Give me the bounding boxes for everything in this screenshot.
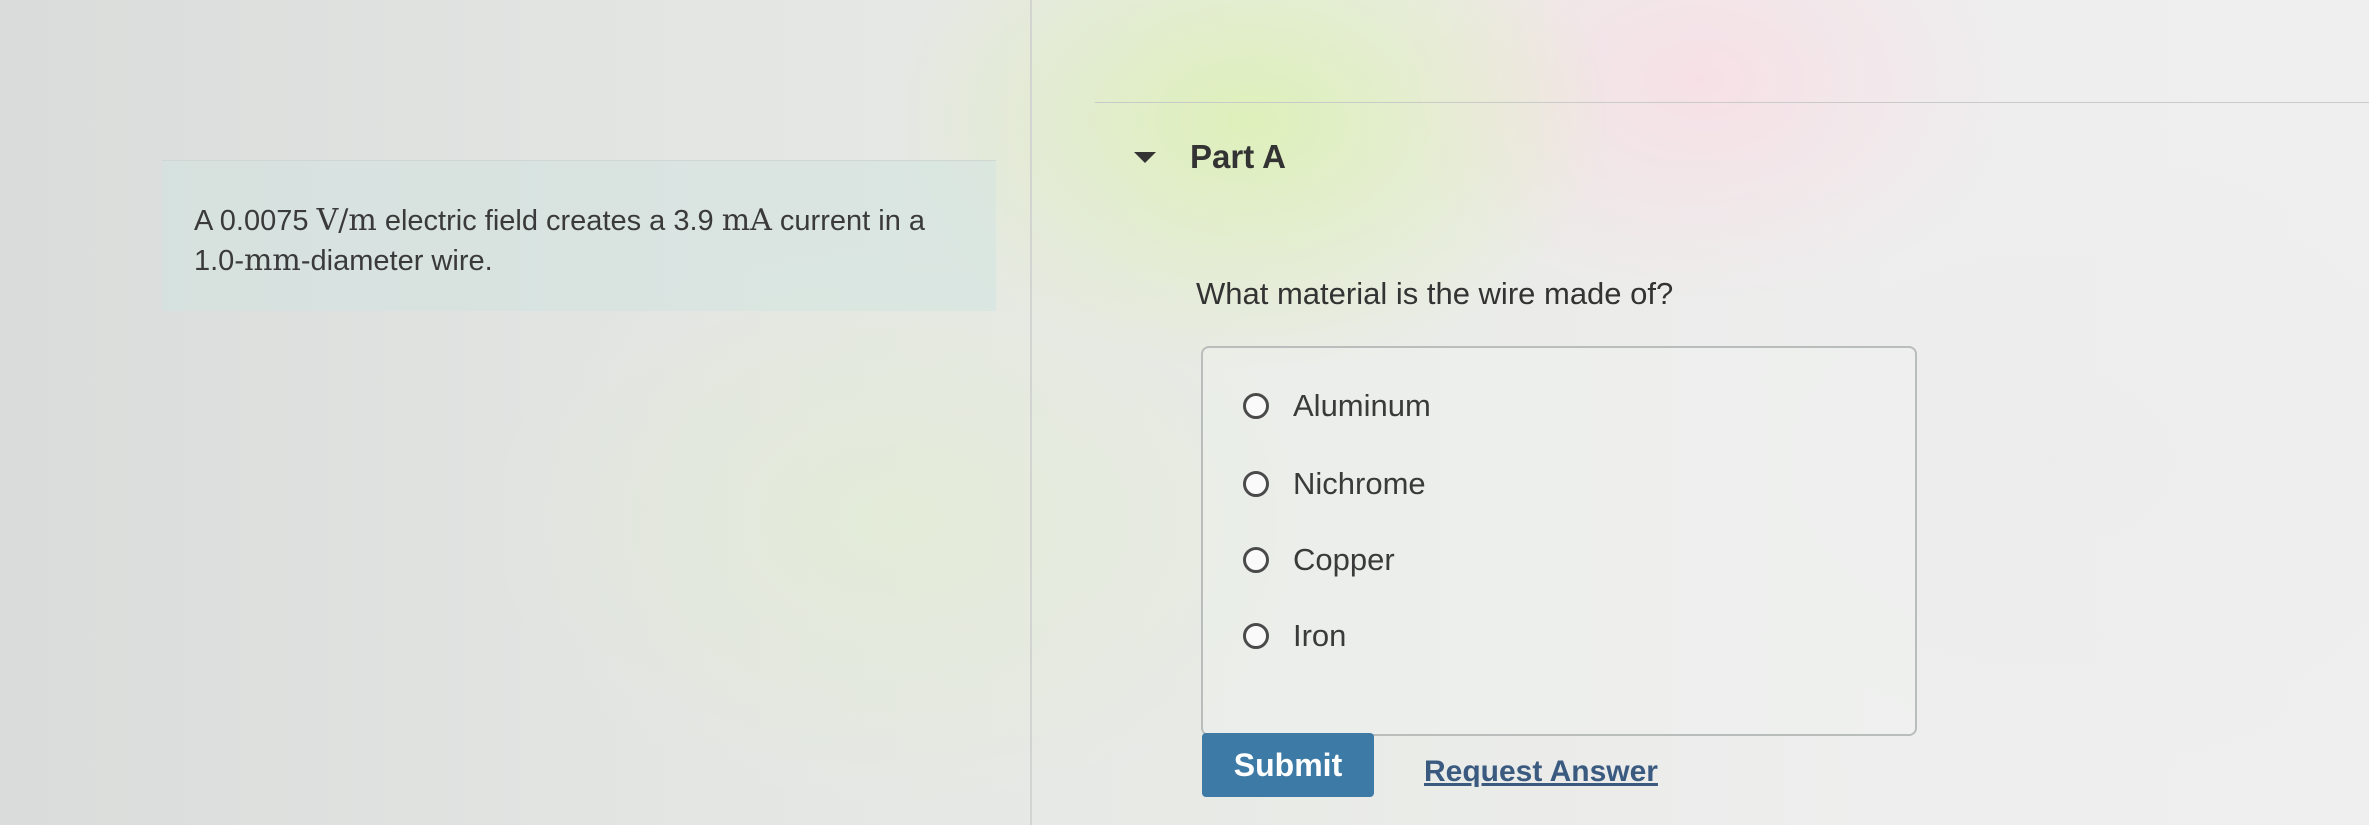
problem-text-prefix: A 0.0075 — [194, 205, 317, 237]
current-unit: mA — [721, 203, 772, 238]
choice-iron[interactable]: Iron — [1243, 618, 1346, 654]
request-answer-link[interactable]: Request Answer — [1424, 755, 1658, 789]
problem-text-mid1: electric field creates a 3.9 — [376, 205, 722, 237]
choice-label: Copper — [1293, 542, 1395, 577]
radio-empty-icon[interactable] — [1243, 623, 1269, 649]
problem-statement-text: A 0.0075 V/m electric field creates a 3.… — [194, 201, 974, 281]
problem-statement-panel: A 0.0075 V/m electric field creates a 3.… — [162, 160, 996, 311]
part-title: Part A — [1190, 138, 1286, 175]
answer-choices: Aluminum Nichrome Copper Iron — [1201, 346, 1917, 736]
field-unit: V/m — [316, 203, 377, 238]
diameter-unit: mm — [243, 243, 301, 278]
radio-empty-icon[interactable] — [1243, 547, 1269, 573]
part-a-header[interactable]: Part A — [1134, 138, 1286, 176]
choice-nichrome[interactable]: Nichrome — [1243, 466, 1426, 502]
question-text: What material is the wire made of? — [1196, 276, 1674, 311]
choice-copper[interactable]: Copper — [1243, 542, 1395, 578]
caret-down-icon[interactable] — [1134, 151, 1156, 163]
choice-aluminum[interactable]: Aluminum — [1243, 388, 1431, 424]
choice-label: Nichrome — [1293, 466, 1426, 501]
submit-button[interactable]: Submit — [1202, 733, 1374, 797]
radio-empty-icon[interactable] — [1243, 393, 1269, 419]
panel-divider — [1030, 0, 1032, 825]
part-top-rule — [1095, 102, 2369, 103]
choice-label: Aluminum — [1293, 388, 1431, 423]
radio-empty-icon[interactable] — [1243, 471, 1269, 497]
choice-label: Iron — [1293, 618, 1347, 653]
problem-text-suffix: -diameter wire. — [300, 245, 493, 277]
